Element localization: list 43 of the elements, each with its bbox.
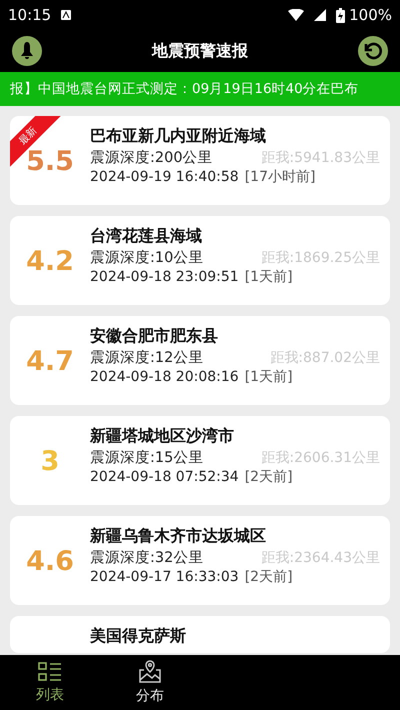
ticker-text: 报】中国地震台网正式测定：09月19日16时40分在巴布 xyxy=(10,80,359,98)
depth-text: 震源深度:10公里 xyxy=(90,248,204,267)
earthquake-card[interactable]: 美国得克萨斯 xyxy=(10,616,390,653)
time-ago: [2天前] xyxy=(244,468,293,486)
location-name: 新疆乌鲁木齐市达坂城区 xyxy=(90,526,267,547)
bell-button[interactable] xyxy=(12,36,42,66)
quake-time: 2024-09-18 23:09:51 xyxy=(90,269,239,285)
depth-text: 震源深度:12公里 xyxy=(90,348,204,367)
refresh-icon xyxy=(363,41,383,61)
location-name: 巴布亚新几内亚附近海域 xyxy=(90,126,267,147)
magnitude: 4.6 xyxy=(25,546,75,577)
magnitude: 5.5 xyxy=(25,146,75,177)
list-icon xyxy=(38,661,62,683)
time-ago: [17小时前] xyxy=(244,168,316,186)
nav-tab[interactable]: 分布 xyxy=(100,655,200,710)
quake-time: 2024-09-17 16:33:03 xyxy=(90,569,239,585)
quake-time: 2024-09-19 16:40:58 xyxy=(90,169,239,185)
nav-tab[interactable]: 列表 xyxy=(0,655,100,710)
battery-icon xyxy=(336,8,346,22)
signal-icon xyxy=(314,9,326,21)
location-name: 台湾花莲县海域 xyxy=(90,226,203,247)
depth-text: 震源深度:15公里 xyxy=(90,448,204,467)
wifi-icon xyxy=(288,9,304,21)
magnitude: 4.2 xyxy=(25,246,75,277)
time-ago: [1天前] xyxy=(244,268,293,286)
refresh-button[interactable] xyxy=(358,36,388,66)
map-pin-icon xyxy=(138,660,162,684)
time-ago: [1天前] xyxy=(244,368,293,386)
location-name: 安徽合肥市肥东县 xyxy=(90,326,219,347)
location-name: 美国得克萨斯 xyxy=(90,626,187,647)
bell-icon xyxy=(19,41,35,61)
magnitude: 4.7 xyxy=(25,346,75,377)
location-name: 新疆塔城地区沙湾市 xyxy=(90,426,235,447)
depth-text: 震源深度:200公里 xyxy=(90,148,213,167)
quake-time: 2024-09-18 20:08:16 xyxy=(90,369,239,385)
battery-level: 100% xyxy=(349,6,392,24)
quake-time: 2024-09-18 07:52:34 xyxy=(90,469,239,485)
notification-icon xyxy=(61,10,72,20)
time-ago: [2天前] xyxy=(244,568,293,586)
status-time: 10:15 xyxy=(8,6,52,24)
app-title: 地震预警速报 xyxy=(152,40,248,62)
depth-text: 震源深度:32公里 xyxy=(90,548,204,567)
magnitude: 3 xyxy=(40,446,60,477)
